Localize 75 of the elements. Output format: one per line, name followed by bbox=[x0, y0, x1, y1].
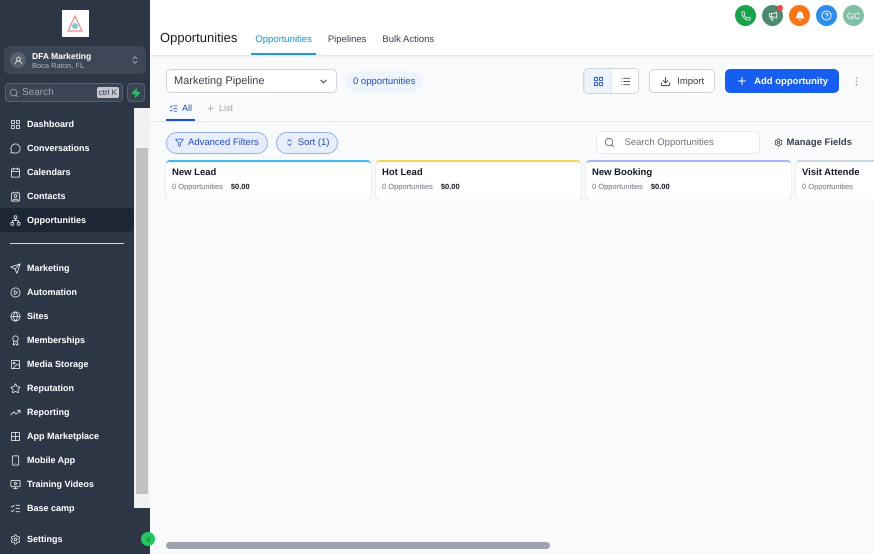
sidebar-item[interactable]: Opportunities bbox=[0, 208, 134, 232]
nav-icon bbox=[10, 142, 21, 154]
list-view-button[interactable] bbox=[611, 69, 638, 93]
collapse-button[interactable] bbox=[141, 532, 155, 546]
page-title: Opportunities bbox=[160, 30, 238, 47]
sidebar-item[interactable]: Automation bbox=[0, 280, 134, 304]
sort-button[interactable]: Sort (1) bbox=[276, 132, 338, 154]
sidebar-item[interactable]: Media Storage bbox=[0, 352, 134, 376]
nav-icon bbox=[10, 286, 21, 298]
chevron-icon bbox=[130, 55, 140, 65]
phone-icon[interactable] bbox=[735, 5, 756, 26]
sort-icon bbox=[284, 138, 294, 147]
sidebar-item[interactable]: Conversations bbox=[0, 136, 134, 160]
bell-icon[interactable] bbox=[789, 5, 810, 26]
nav-icon bbox=[10, 166, 21, 178]
nav-icon bbox=[10, 478, 21, 490]
search-icon bbox=[9, 88, 19, 98]
sidebar-item[interactable]: Dashboard bbox=[0, 112, 134, 136]
sidebar-item[interactable]: Sites bbox=[0, 304, 134, 328]
grid-view-button[interactable] bbox=[584, 69, 612, 93]
logo-icon bbox=[62, 10, 88, 37]
download-icon bbox=[660, 76, 672, 86]
bolt-button[interactable] bbox=[127, 83, 145, 102]
sidebar-item[interactable]: Memberships bbox=[0, 328, 134, 352]
advanced-filters-button[interactable]: Advanced Filters bbox=[166, 132, 268, 154]
nav-icon bbox=[10, 190, 21, 202]
import-button[interactable]: Import bbox=[649, 69, 716, 93]
sidebar-item[interactable]: Calendars bbox=[0, 160, 134, 184]
stage-name: Hot Lead bbox=[382, 167, 424, 178]
stage-name: Visit Attende bbox=[802, 167, 861, 178]
nav-icon bbox=[10, 454, 21, 466]
nav-icon bbox=[10, 382, 21, 394]
grid-icon bbox=[592, 76, 604, 86]
search-icon bbox=[604, 137, 615, 148]
stage-name: New Lead bbox=[172, 167, 218, 178]
nav-icon bbox=[10, 214, 21, 226]
nav-icon bbox=[10, 310, 21, 322]
pipeline-dropdown[interactable]: Marketing Pipeline bbox=[166, 69, 337, 93]
search-field[interactable]: Search Opportunities bbox=[596, 131, 760, 154]
sidebar-item[interactable]: Marketing bbox=[0, 256, 134, 280]
search-placeholder: Search bbox=[22, 87, 54, 98]
filter-icon bbox=[175, 138, 184, 147]
search-field[interactable]: Search ctrl K bbox=[5, 83, 123, 102]
tab[interactable]: Bulk Actions bbox=[378, 34, 438, 55]
plus-icon bbox=[206, 104, 216, 112]
sidebar-item[interactable]: Training Videos bbox=[0, 472, 134, 496]
manage-fields-button[interactable]: Manage Fields bbox=[768, 136, 858, 149]
nav-icon bbox=[10, 358, 21, 370]
opportunity-count: 0 opportunities bbox=[345, 70, 424, 92]
account-name: DFA Marketing bbox=[32, 50, 92, 60]
help-icon[interactable] bbox=[816, 5, 837, 26]
nav-icon bbox=[10, 262, 21, 274]
sidebar-item[interactable]: App Marketplace bbox=[0, 424, 134, 448]
stage-name: New Booking bbox=[592, 167, 654, 178]
scrollbar[interactable] bbox=[134, 108, 150, 508]
settings-item[interactable]: Settings bbox=[0, 527, 63, 551]
nav-icon bbox=[10, 430, 21, 442]
sidebar-item[interactable]: Base camp bbox=[0, 496, 134, 520]
nav-icon bbox=[10, 502, 21, 514]
sidebar-item[interactable]: Mobile App bbox=[0, 448, 134, 472]
tab[interactable]: Pipelines bbox=[324, 34, 370, 55]
gear-icon bbox=[774, 138, 783, 147]
list-icon bbox=[169, 104, 178, 112]
nav-icon bbox=[10, 118, 21, 130]
add-opportunity-button[interactable]: Add opportunity bbox=[725, 69, 839, 93]
megaphone-icon[interactable] bbox=[762, 5, 783, 26]
plus-icon bbox=[736, 75, 748, 87]
shortcut-key: ctrl K bbox=[96, 87, 119, 98]
sidebar-item[interactable]: Reputation bbox=[0, 376, 134, 400]
nav-icon bbox=[10, 334, 21, 346]
bolt-icon bbox=[131, 88, 141, 98]
sidebar-item[interactable]: Reporting bbox=[0, 400, 134, 424]
view-tab[interactable]: All bbox=[166, 99, 196, 121]
sidebar-item[interactable]: Contacts bbox=[0, 184, 134, 208]
settings-icon bbox=[10, 534, 21, 544]
